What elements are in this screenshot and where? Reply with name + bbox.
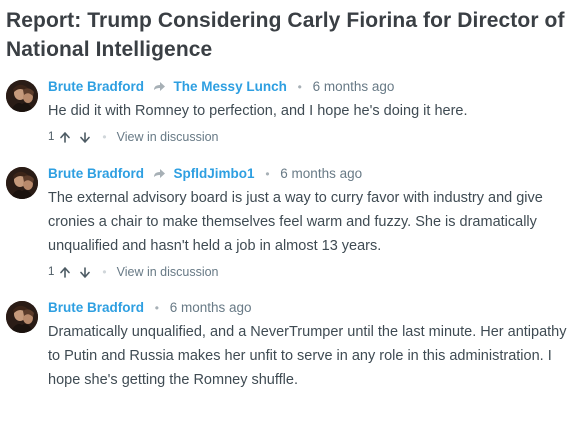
reply-to-link[interactable]: The Messy Lunch	[174, 79, 287, 94]
comment-body: Dramatically unqualified, and a NeverTru…	[48, 324, 567, 388]
downvote-arrow-icon[interactable]	[80, 131, 91, 143]
comment-item: Brute Bradford SpfldJimbo1 • 6 months ag…	[6, 165, 572, 280]
author-link[interactable]: Brute Bradford	[48, 79, 144, 94]
comment-meta: Brute Bradford • 6 months ago	[48, 299, 572, 317]
view-in-discussion-link[interactable]: View in discussion	[117, 264, 219, 280]
reply-arrow-icon	[153, 166, 166, 184]
separator-dot: •	[154, 301, 159, 315]
comment-item: Brute Bradford The Messy Lunch • 6 month…	[6, 78, 572, 145]
comment-footer: 1 • View in discussion	[48, 264, 572, 280]
reply-arrow-icon	[153, 79, 166, 97]
comment-timestamp[interactable]: 6 months ago	[280, 166, 362, 181]
separator-dot: •	[102, 130, 107, 144]
avatar[interactable]	[6, 167, 38, 199]
comment-footer: 1 • View in discussion	[48, 129, 572, 145]
separator-dot: •	[102, 265, 107, 279]
comment-meta: Brute Bradford SpfldJimbo1 • 6 months ag…	[48, 165, 572, 183]
vote-count: 1	[48, 266, 55, 278]
reply-to-link[interactable]: SpfldJimbo1	[174, 166, 255, 181]
comment-body: The external advisory board is just a wa…	[48, 190, 543, 254]
avatar[interactable]	[6, 80, 38, 112]
avatar[interactable]	[6, 301, 38, 333]
comment-feed-page: Report: Trump Considering Carly Fiorina …	[0, 0, 582, 422]
author-link[interactable]: Brute Bradford	[48, 166, 144, 181]
vote-count: 1	[48, 131, 55, 143]
comment-body: He did it with Romney to perfection, and…	[48, 103, 468, 119]
upvote-arrow-icon[interactable]	[60, 131, 71, 143]
separator-dot: •	[265, 167, 270, 181]
downvote-arrow-icon[interactable]	[80, 266, 91, 278]
separator-dot: •	[297, 80, 302, 94]
comment-meta: Brute Bradford The Messy Lunch • 6 month…	[48, 78, 572, 96]
comment-item: Brute Bradford • 6 months ago Dramatical…	[6, 299, 572, 392]
article-headline[interactable]: Report: Trump Considering Carly Fiorina …	[6, 6, 572, 64]
comment-timestamp[interactable]: 6 months ago	[170, 300, 252, 315]
author-link[interactable]: Brute Bradford	[48, 300, 144, 315]
comment-timestamp[interactable]: 6 months ago	[313, 79, 395, 94]
view-in-discussion-link[interactable]: View in discussion	[117, 129, 219, 145]
upvote-arrow-icon[interactable]	[60, 266, 71, 278]
